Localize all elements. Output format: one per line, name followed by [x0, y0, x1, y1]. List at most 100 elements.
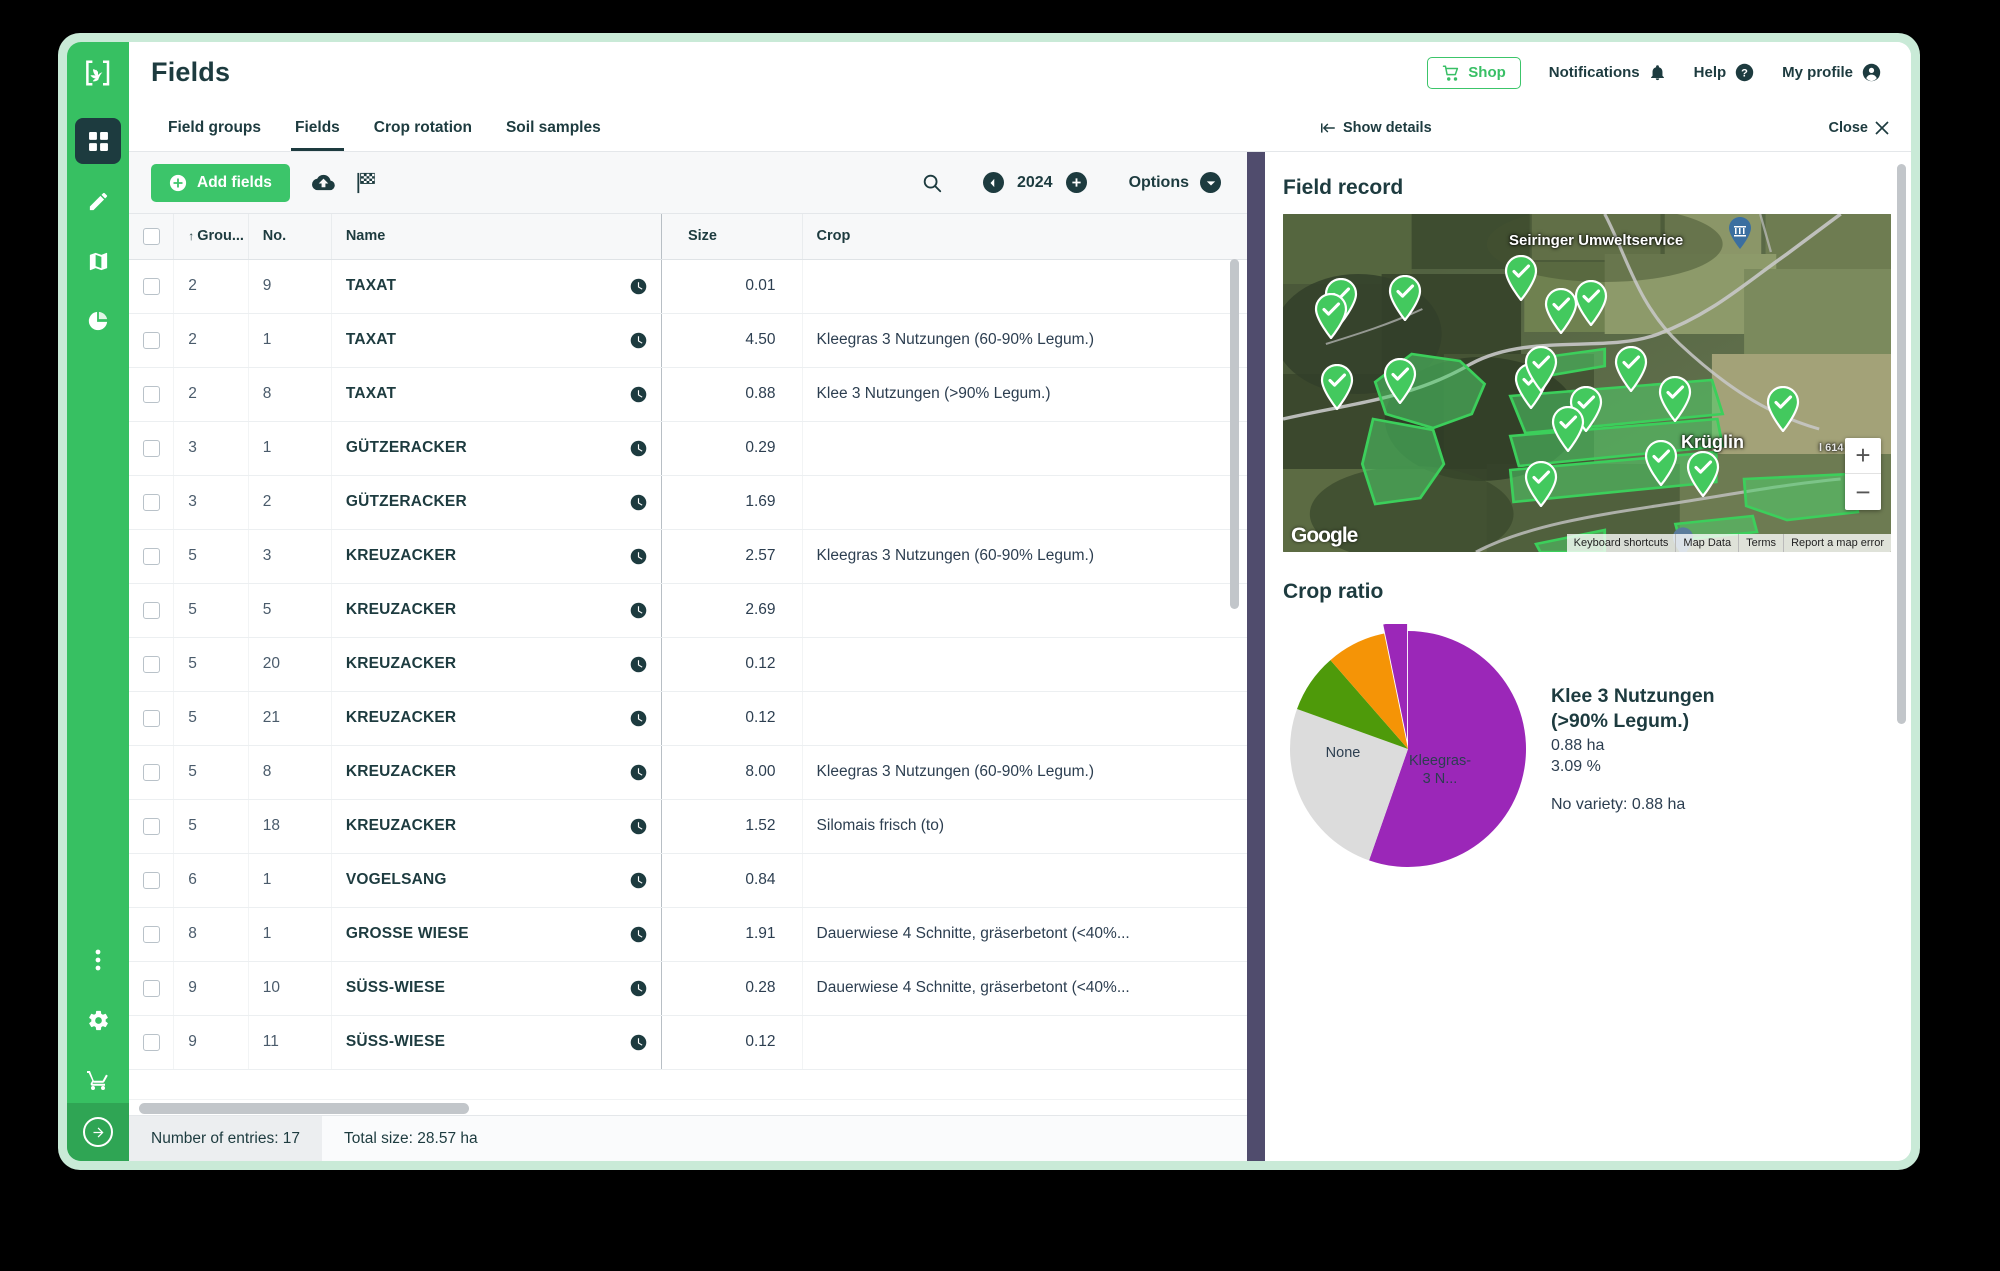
field-marker[interactable] — [1503, 255, 1539, 301]
field-marker[interactable] — [1523, 461, 1559, 507]
field-marker[interactable] — [1765, 386, 1801, 432]
row-checkbox-cell[interactable] — [129, 1015, 174, 1069]
th-name[interactable]: Name — [331, 214, 661, 259]
field-marker[interactable] — [1573, 280, 1609, 326]
row-checkbox-cell[interactable] — [129, 529, 174, 583]
field-marker[interactable] — [1657, 376, 1693, 422]
history-clock-icon[interactable] — [630, 710, 647, 727]
upload-cloud-icon[interactable] — [312, 171, 335, 194]
cell-crop[interactable] — [802, 853, 1247, 907]
table-row[interactable]: 32GÜTZERACKER1.69 — [129, 475, 1247, 529]
terms-link[interactable]: Terms — [1738, 534, 1783, 552]
th-select-all[interactable] — [129, 214, 174, 259]
row-checkbox[interactable] — [143, 710, 160, 727]
cell-crop[interactable] — [802, 637, 1247, 691]
close-details-button[interactable]: Close — [1829, 120, 1890, 136]
add-fields-button[interactable]: Add fields — [151, 164, 290, 202]
row-checkbox-cell[interactable] — [129, 583, 174, 637]
cell-crop[interactable]: Kleegras 3 Nutzungen (60-90% Legum.) — [802, 745, 1247, 799]
sidebar-item-dashboard[interactable] — [75, 118, 121, 164]
year-next-button[interactable] — [1066, 172, 1087, 193]
cell-crop[interactable]: Silomais frisch (to) — [802, 799, 1247, 853]
row-checkbox[interactable] — [143, 278, 160, 295]
detail-vertical-scroll-thumb[interactable] — [1897, 164, 1906, 724]
sidebar-item-settings[interactable] — [75, 997, 121, 1043]
select-all-checkbox[interactable] — [143, 228, 160, 245]
th-size[interactable]: Size — [661, 214, 802, 259]
year-previous-button[interactable] — [983, 172, 1004, 193]
th-group[interactable]: ↑Grou... — [174, 214, 249, 259]
row-checkbox-cell[interactable] — [129, 745, 174, 799]
row-checkbox-cell[interactable] — [129, 961, 174, 1015]
cell-crop[interactable] — [802, 691, 1247, 745]
tab-crop-rotation[interactable]: Crop rotation — [357, 104, 489, 151]
cell-crop[interactable]: Dauerwiese 4 Schnitte, gräserbetont (<40… — [802, 907, 1247, 961]
map-data-link[interactable]: Map Data — [1675, 534, 1738, 552]
field-marker[interactable] — [1643, 440, 1679, 486]
row-checkbox-cell[interactable] — [129, 691, 174, 745]
history-clock-icon[interactable] — [630, 440, 647, 457]
report-map-error-link[interactable]: Report a map error — [1783, 534, 1891, 552]
history-clock-icon[interactable] — [630, 332, 647, 349]
row-checkbox[interactable] — [143, 656, 160, 673]
cell-crop[interactable]: Kleegras 3 Nutzungen (60-90% Legum.) — [802, 313, 1247, 367]
flag-icon[interactable] — [357, 172, 378, 194]
table-row[interactable]: 29TAXAT0.01 — [129, 259, 1247, 313]
history-clock-icon[interactable] — [630, 818, 647, 835]
history-clock-icon[interactable] — [630, 602, 647, 619]
field-marker[interactable] — [1523, 346, 1559, 392]
row-checkbox-cell[interactable] — [129, 907, 174, 961]
history-clock-icon[interactable] — [630, 494, 647, 511]
cell-crop[interactable]: Klee 3 Nutzungen (>90% Legum.) — [802, 367, 1247, 421]
row-checkbox-cell[interactable] — [129, 367, 174, 421]
table-row[interactable]: 910SÜSS-WIESE0.28Dauerwiese 4 Schnitte, … — [129, 961, 1247, 1015]
tab-field-groups[interactable]: Field groups — [151, 104, 278, 151]
zoom-out-button[interactable]: − — [1845, 474, 1881, 510]
row-checkbox-cell[interactable] — [129, 259, 174, 313]
sidebar-item-shop[interactable] — [75, 1057, 121, 1103]
tab-soil-samples[interactable]: Soil samples — [489, 104, 618, 151]
table-row[interactable]: 81GROSSE WIESE1.91Dauerwiese 4 Schnitte,… — [129, 907, 1247, 961]
table-scroll-region[interactable]: ↑Grou... No. Name Size Crop 29TAXAT0.012… — [129, 214, 1247, 1099]
history-clock-icon[interactable] — [630, 764, 647, 781]
row-checkbox[interactable] — [143, 548, 160, 565]
crop-ratio-pie-chart[interactable]: None Kleegras-3 N... — [1283, 624, 1533, 874]
field-marker[interactable] — [1313, 293, 1349, 339]
table-row[interactable]: 31GÜTZERACKER0.29 — [129, 421, 1247, 475]
row-checkbox[interactable] — [143, 926, 160, 943]
history-clock-icon[interactable] — [630, 980, 647, 997]
field-marker[interactable] — [1382, 358, 1418, 404]
table-row[interactable]: 21TAXAT4.50Kleegras 3 Nutzungen (60-90% … — [129, 313, 1247, 367]
rail-collapse-toggle[interactable] — [67, 1103, 129, 1161]
row-checkbox[interactable] — [143, 332, 160, 349]
history-clock-icon[interactable] — [630, 656, 647, 673]
sidebar-item-reports[interactable] — [75, 298, 121, 344]
table-row[interactable]: 55KREUZACKER2.69 — [129, 583, 1247, 637]
table-row[interactable]: 520KREUZACKER0.12 — [129, 637, 1247, 691]
table-row[interactable]: 28TAXAT0.88Klee 3 Nutzungen (>90% Legum.… — [129, 367, 1247, 421]
table-horizontal-scrollbar[interactable] — [129, 1099, 1247, 1115]
history-clock-icon[interactable] — [630, 278, 647, 295]
table-row[interactable]: 518KREUZACKER1.52Silomais frisch (to) — [129, 799, 1247, 853]
table-horizontal-scroll-thumb[interactable] — [139, 1103, 469, 1114]
row-checkbox[interactable] — [143, 602, 160, 619]
history-clock-icon[interactable] — [630, 1034, 647, 1051]
cell-crop[interactable] — [802, 475, 1247, 529]
field-marker[interactable] — [1319, 364, 1355, 410]
th-no[interactable]: No. — [248, 214, 331, 259]
detail-vertical-scrollbar[interactable] — [1897, 164, 1906, 1155]
field-marker[interactable] — [1685, 451, 1721, 497]
row-checkbox[interactable] — [143, 1034, 160, 1051]
table-row[interactable]: 61VOGELSANG0.84 — [129, 853, 1247, 907]
row-checkbox[interactable] — [143, 386, 160, 403]
cell-crop[interactable] — [802, 421, 1247, 475]
th-crop[interactable]: Crop — [802, 214, 1247, 259]
cell-crop[interactable] — [802, 259, 1247, 313]
cell-crop[interactable] — [802, 583, 1247, 637]
row-checkbox[interactable] — [143, 764, 160, 781]
table-row[interactable]: 521KREUZACKER0.12 — [129, 691, 1247, 745]
field-marker[interactable] — [1550, 406, 1586, 452]
sidebar-item-edit[interactable] — [75, 178, 121, 224]
poi-marker[interactable] — [1728, 217, 1752, 249]
history-clock-icon[interactable] — [630, 548, 647, 565]
